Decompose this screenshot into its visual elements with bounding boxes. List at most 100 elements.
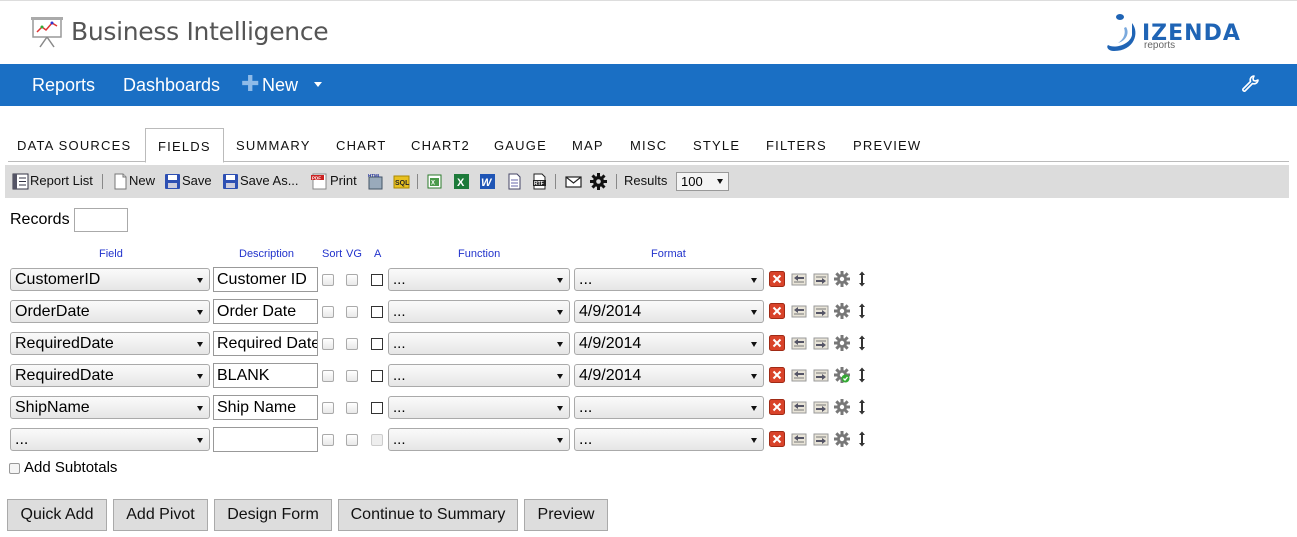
format-select[interactable]: 4/9/2014 xyxy=(574,364,764,387)
move-down-icon[interactable] xyxy=(813,431,829,447)
wrench-icon[interactable] xyxy=(1240,74,1260,94)
print-button[interactable]: Print xyxy=(330,173,357,188)
move-up-icon[interactable] xyxy=(791,271,807,287)
a-checkbox[interactable] xyxy=(371,370,383,382)
tab-summary[interactable]: SUMMARY xyxy=(236,138,311,153)
move-down-icon[interactable] xyxy=(813,271,829,287)
delete-icon[interactable] xyxy=(769,303,785,319)
description-input[interactable]: Required Date xyxy=(213,331,318,356)
chevron-down-icon[interactable] xyxy=(314,82,322,87)
move-up-icon[interactable] xyxy=(791,431,807,447)
field-settings-icon[interactable] xyxy=(834,399,850,415)
new-icon[interactable] xyxy=(112,173,129,190)
sort-checkbox[interactable] xyxy=(322,370,334,382)
gear-icon[interactable] xyxy=(590,173,607,190)
move-up-icon[interactable] xyxy=(791,367,807,383)
excel-icon[interactable]: X xyxy=(453,173,470,190)
add-pivot-button[interactable]: Add Pivot xyxy=(113,499,208,531)
description-input[interactable]: Ship Name xyxy=(213,395,318,420)
move-down-icon[interactable] xyxy=(813,367,829,383)
function-select[interactable]: ... xyxy=(388,396,570,419)
results-select[interactable]: 100 xyxy=(676,172,729,191)
format-select[interactable]: ... xyxy=(574,428,764,451)
report-list-icon[interactable] xyxy=(12,173,29,190)
rtf-icon[interactable]: RTF xyxy=(531,173,548,190)
sort-checkbox[interactable] xyxy=(322,338,334,350)
a-checkbox[interactable] xyxy=(371,434,383,446)
delete-icon[interactable] xyxy=(769,335,785,351)
description-input[interactable]: Customer ID xyxy=(213,267,318,292)
doc-icon[interactable] xyxy=(506,173,523,190)
a-checkbox[interactable] xyxy=(371,274,383,286)
vg-checkbox[interactable] xyxy=(346,434,358,446)
tab-chart2[interactable]: CHART2 xyxy=(411,138,470,153)
report-list-button[interactable]: Report List xyxy=(30,173,93,188)
format-select[interactable]: ... xyxy=(574,268,764,291)
email-icon[interactable] xyxy=(565,173,582,190)
save-as-icon[interactable] xyxy=(222,173,239,190)
drag-handle-icon[interactable] xyxy=(854,431,870,447)
tab-chart[interactable]: CHART xyxy=(336,138,387,153)
tab-preview[interactable]: PREVIEW xyxy=(853,138,921,153)
function-select[interactable]: ... xyxy=(388,300,570,323)
field-settings-icon[interactable] xyxy=(834,303,850,319)
delete-icon[interactable] xyxy=(769,271,785,287)
vg-checkbox[interactable] xyxy=(346,306,358,318)
format-select[interactable]: 4/9/2014 xyxy=(574,300,764,323)
field-settings-icon[interactable] xyxy=(834,335,850,351)
drag-handle-icon[interactable] xyxy=(854,367,870,383)
vg-checkbox[interactable] xyxy=(346,402,358,414)
field-settings-icon[interactable] xyxy=(834,271,850,287)
sort-checkbox[interactable] xyxy=(322,274,334,286)
quick-add-button[interactable]: Quick Add xyxy=(7,499,107,531)
tab-gauge[interactable]: GAUGE xyxy=(494,138,547,153)
field-select[interactable]: ... xyxy=(10,428,210,451)
tab-map[interactable]: MAP xyxy=(572,138,604,153)
delete-icon[interactable] xyxy=(769,431,785,447)
delete-icon[interactable] xyxy=(769,399,785,415)
nav-new[interactable]: New xyxy=(262,75,298,96)
sort-checkbox[interactable] xyxy=(322,402,334,414)
drag-handle-icon[interactable] xyxy=(854,335,870,351)
save-button[interactable]: Save xyxy=(182,173,212,188)
vg-checkbox[interactable] xyxy=(346,338,358,350)
move-up-icon[interactable] xyxy=(791,335,807,351)
html-icon[interactable]: HTML xyxy=(367,173,384,190)
records-input[interactable] xyxy=(74,208,128,232)
csv-icon[interactable]: X xyxy=(426,173,443,190)
plus-icon[interactable]: ✚ xyxy=(241,73,259,95)
design-form-button[interactable]: Design Form xyxy=(214,499,332,531)
drag-handle-icon[interactable] xyxy=(854,271,870,287)
new-button[interactable]: New xyxy=(129,173,155,188)
move-down-icon[interactable] xyxy=(813,335,829,351)
field-select[interactable]: OrderDate xyxy=(10,300,210,323)
tab-filters[interactable]: FILTERS xyxy=(766,138,827,153)
field-select[interactable]: ShipName xyxy=(10,396,210,419)
drag-handle-icon[interactable] xyxy=(854,303,870,319)
a-checkbox[interactable] xyxy=(371,402,383,414)
save-icon[interactable] xyxy=(164,173,181,190)
field-settings-icon[interactable] xyxy=(834,431,850,447)
nav-dashboards[interactable]: Dashboards xyxy=(123,75,220,96)
continue-to-summary-button[interactable]: Continue to Summary xyxy=(338,499,518,531)
delete-icon[interactable] xyxy=(769,367,785,383)
function-select[interactable]: ... xyxy=(388,332,570,355)
format-select[interactable]: ... xyxy=(574,396,764,419)
field-select[interactable]: CustomerID xyxy=(10,268,210,291)
description-input[interactable] xyxy=(213,427,318,452)
pdf-print-icon[interactable]: PDF xyxy=(311,173,328,190)
preview-button[interactable]: Preview xyxy=(524,499,608,531)
vg-checkbox[interactable] xyxy=(346,274,358,286)
sort-checkbox[interactable] xyxy=(322,306,334,318)
move-up-icon[interactable] xyxy=(791,399,807,415)
add-subtotals-checkbox[interactable] xyxy=(9,463,20,474)
tab-style[interactable]: STYLE xyxy=(693,138,740,153)
field-select[interactable]: RequiredDate xyxy=(10,364,210,387)
format-select[interactable]: 4/9/2014 xyxy=(574,332,764,355)
field-select[interactable]: RequiredDate xyxy=(10,332,210,355)
tab-data-sources[interactable]: DATA SOURCES xyxy=(17,138,131,153)
save-as-button[interactable]: Save As... xyxy=(240,173,299,188)
nav-reports[interactable]: Reports xyxy=(32,75,95,96)
move-down-icon[interactable] xyxy=(813,399,829,415)
move-down-icon[interactable] xyxy=(813,303,829,319)
